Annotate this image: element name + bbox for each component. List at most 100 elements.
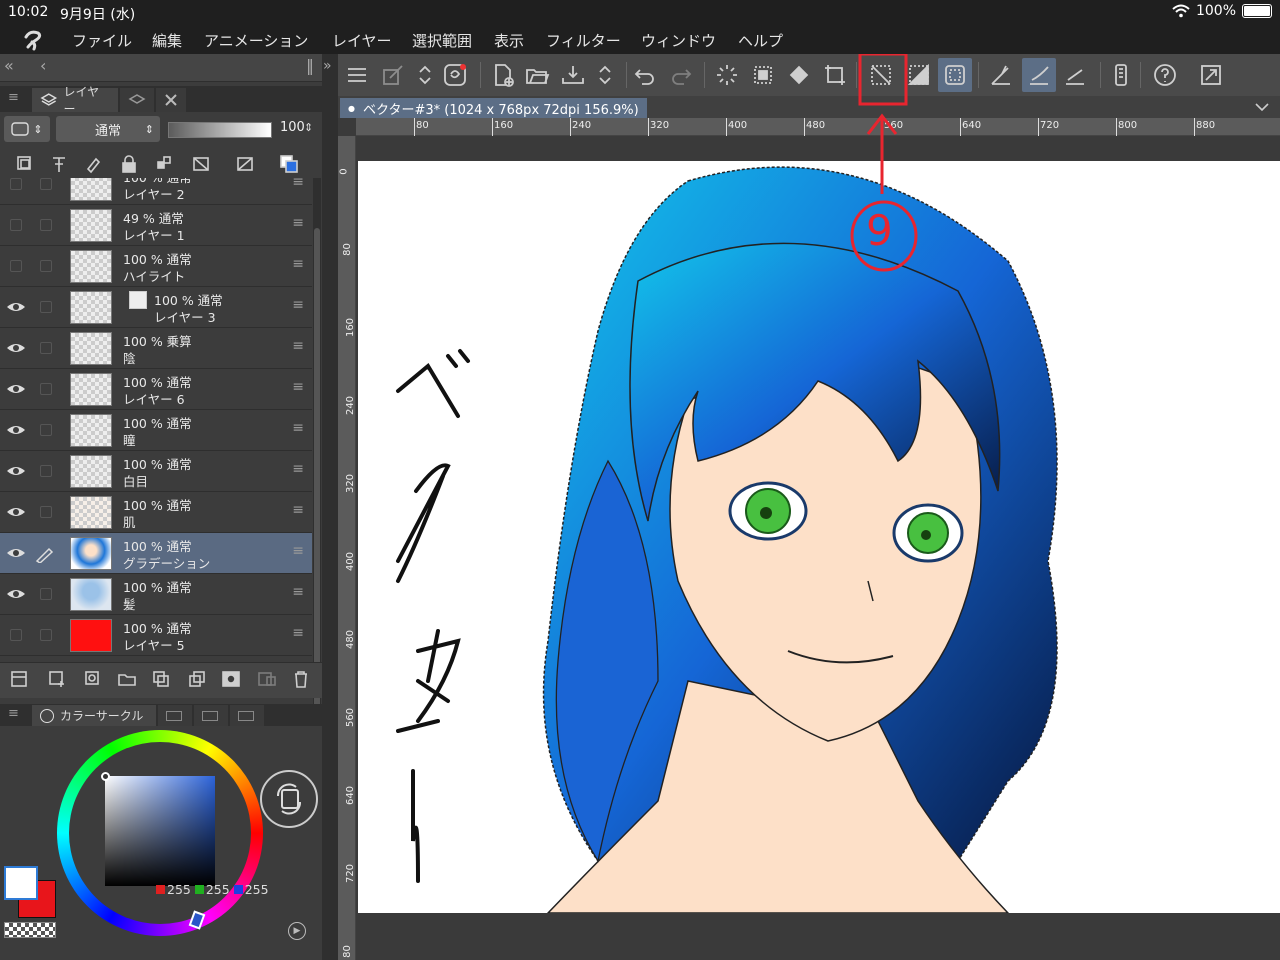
- collapse-left-icon[interactable]: «: [4, 56, 14, 75]
- drag-handle-icon[interactable]: ≡: [292, 178, 304, 190]
- drag-handle-icon[interactable]: ≡: [292, 256, 304, 272]
- layer-row[interactable]: 100 % 通常 レイヤー 6 ≡: [0, 369, 312, 410]
- fill-button[interactable]: [782, 58, 816, 92]
- show-selection-button[interactable]: [938, 58, 972, 92]
- mask-range-icon[interactable]: [232, 151, 258, 177]
- lock-checkbox[interactable]: [40, 629, 52, 641]
- eye-hidden-icon[interactable]: [10, 629, 22, 641]
- drag-handle-icon[interactable]: ≡: [292, 420, 304, 436]
- blend-mode-select[interactable]: 通常 ⇕: [56, 116, 160, 142]
- collapse-right-icon[interactable]: ‖: [306, 56, 314, 75]
- layer-row[interactable]: 100 % 通常 白目 ≡: [0, 451, 312, 492]
- edit-disabled-button[interactable]: [376, 58, 410, 92]
- menu-view[interactable]: 表示: [494, 30, 524, 51]
- main-color-swatch[interactable]: [4, 866, 38, 900]
- clear-button[interactable]: [710, 58, 744, 92]
- tab-color-set[interactable]: [194, 705, 228, 726]
- drag-handle-icon[interactable]: ≡: [292, 338, 304, 354]
- lock-checkbox[interactable]: [40, 383, 52, 395]
- layer-row[interactable]: 100 % 乗算陰 ≡: [0, 328, 312, 369]
- document-tab[interactable]: ● ベクター#3* (1024 x 768px 72dpi 156.9%): [340, 98, 647, 118]
- lock-checkbox[interactable]: [40, 506, 52, 518]
- panel-menu-icon[interactable]: ≡: [8, 706, 19, 721]
- layer-row[interactable]: 100 % 通常肌 ≡: [0, 492, 312, 533]
- lock-checkbox[interactable]: [40, 178, 52, 190]
- open-button[interactable]: [520, 58, 554, 92]
- layer-row[interactable]: 100 % 通常 レイヤー 5 ≡: [0, 615, 312, 656]
- chevron-down-icon[interactable]: [1254, 101, 1270, 113]
- menu-icon-button[interactable]: [340, 58, 374, 92]
- layer-row[interactable]: 100 % 通常 ハイライト ≡: [0, 246, 312, 287]
- tab-color-slider[interactable]: [158, 705, 192, 726]
- drag-handle-icon[interactable]: ≡: [292, 584, 304, 600]
- new-vector-layer-icon[interactable]: [80, 666, 106, 692]
- mask-enable-icon[interactable]: [188, 151, 214, 177]
- menu-filter[interactable]: フィルター: [546, 30, 621, 51]
- transfer-lower-icon[interactable]: [148, 666, 174, 692]
- eye-hidden-icon[interactable]: [10, 219, 22, 231]
- lock-checkbox[interactable]: [40, 342, 52, 354]
- tab-layer[interactable]: レイヤー: [32, 85, 118, 116]
- companion-button[interactable]: [438, 58, 472, 92]
- eye-icon[interactable]: [6, 298, 26, 316]
- panel-splitter[interactable]: »: [322, 54, 338, 960]
- help-button[interactable]: [1148, 58, 1182, 92]
- canvas-paper[interactable]: [358, 161, 1280, 913]
- edge-keyboard-button[interactable]: [1104, 58, 1138, 92]
- menu-layer[interactable]: レイヤー: [332, 30, 392, 51]
- layer-row[interactable]: 49 % 通常 レイヤー 1 ≡: [0, 205, 312, 246]
- saturation-value-square[interactable]: [105, 776, 215, 886]
- layer-settings-icon[interactable]: [6, 666, 32, 692]
- eye-icon[interactable]: [6, 585, 26, 603]
- drag-handle-icon[interactable]: ≡: [292, 461, 304, 477]
- save-updown-button[interactable]: [588, 58, 622, 92]
- layer-row[interactable]: 100 % 通常 グラデーション ≡: [0, 533, 312, 574]
- layer-color-select[interactable]: ⇕: [4, 116, 50, 142]
- drag-handle-icon[interactable]: ≡: [292, 297, 304, 313]
- eye-hidden-icon[interactable]: [10, 178, 22, 190]
- new-canvas-button[interactable]: [486, 58, 520, 92]
- swap-color-button[interactable]: [260, 770, 318, 828]
- snap-grid-button[interactable]: [1058, 58, 1092, 92]
- menu-edit[interactable]: 編集: [152, 30, 182, 51]
- opacity-slider[interactable]: [168, 122, 272, 138]
- new-raster-layer-icon[interactable]: [44, 666, 70, 692]
- transparent-color-swatch[interactable]: [4, 922, 56, 938]
- opacity-stepper-icon[interactable]: ⇕: [304, 121, 313, 134]
- drag-handle-icon[interactable]: ≡: [292, 625, 304, 641]
- drag-handle-icon[interactable]: ≡: [292, 379, 304, 395]
- drag-handle-icon[interactable]: ≡: [292, 215, 304, 231]
- eye-icon[interactable]: [6, 462, 26, 480]
- eye-icon[interactable]: [6, 380, 26, 398]
- fullscreen-button[interactable]: [1194, 58, 1228, 92]
- opacity-value[interactable]: 100: [280, 120, 305, 135]
- chevron-left-icon[interactable]: ‹: [40, 56, 46, 75]
- clear-outside-button[interactable]: [746, 58, 780, 92]
- menu-window[interactable]: ウィンドウ: [641, 30, 716, 51]
- lock-checkbox[interactable]: [40, 301, 52, 313]
- layer-color-icon[interactable]: [276, 151, 302, 177]
- lock-icon[interactable]: [116, 151, 142, 177]
- layer-row[interactable]: 100 % 通常髪 ≡: [0, 574, 312, 615]
- layer-scrollbar[interactable]: [313, 178, 321, 712]
- panel-menu-icon[interactable]: ≡: [8, 90, 19, 105]
- delete-layer-icon[interactable]: [288, 666, 314, 692]
- menu-selection[interactable]: 選択範囲: [412, 30, 472, 51]
- lock-checkbox[interactable]: [40, 260, 52, 272]
- eye-icon[interactable]: [6, 339, 26, 357]
- play-icon[interactable]: ▶: [288, 922, 306, 940]
- save-button[interactable]: [556, 58, 590, 92]
- new-folder-icon[interactable]: [114, 666, 140, 692]
- tab-color-circle[interactable]: カラーサークル: [32, 705, 156, 726]
- redo-button[interactable]: [664, 58, 698, 92]
- sv-handle[interactable]: [101, 772, 110, 781]
- snap-ruler-button[interactable]: [984, 58, 1018, 92]
- expand-right-icon[interactable]: »: [323, 58, 332, 74]
- lock-checkbox[interactable]: [40, 219, 52, 231]
- lock-checkbox[interactable]: [40, 588, 52, 600]
- apply-mask-icon[interactable]: [254, 666, 280, 692]
- layer-row[interactable]: 100 % 通常 レイヤー 3 ≡: [0, 287, 312, 328]
- drag-handle-icon[interactable]: ≡: [292, 502, 304, 518]
- undo-button[interactable]: [628, 58, 662, 92]
- tab-close[interactable]: [156, 88, 186, 112]
